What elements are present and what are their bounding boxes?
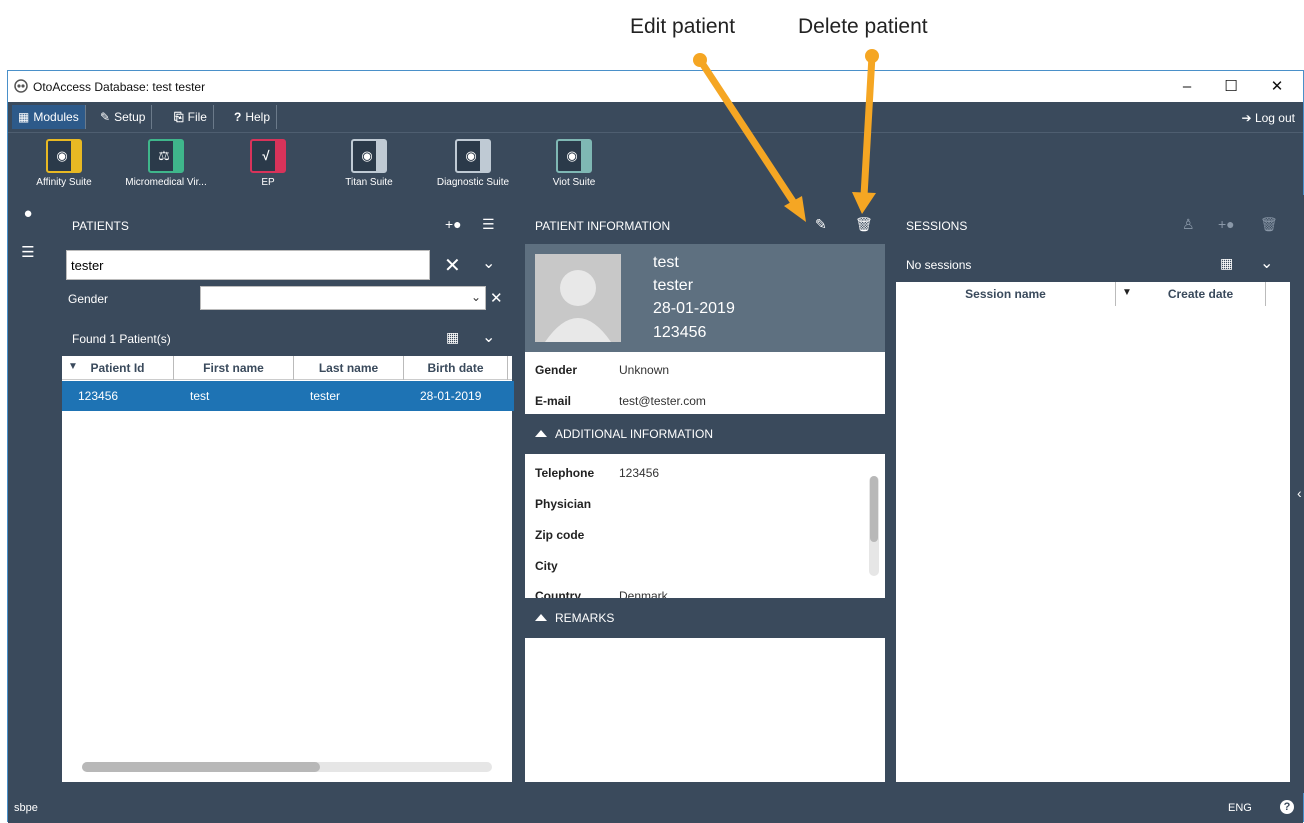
edit-arrow-line (696, 56, 800, 210)
annotation-arrows (693, 49, 879, 222)
delete-arrow-dot (865, 49, 879, 63)
edit-arrow-head (784, 196, 806, 222)
delete-arrow-head (852, 192, 876, 214)
edit-arrow-dot (693, 53, 707, 67)
delete-arrow-line (860, 52, 876, 200)
